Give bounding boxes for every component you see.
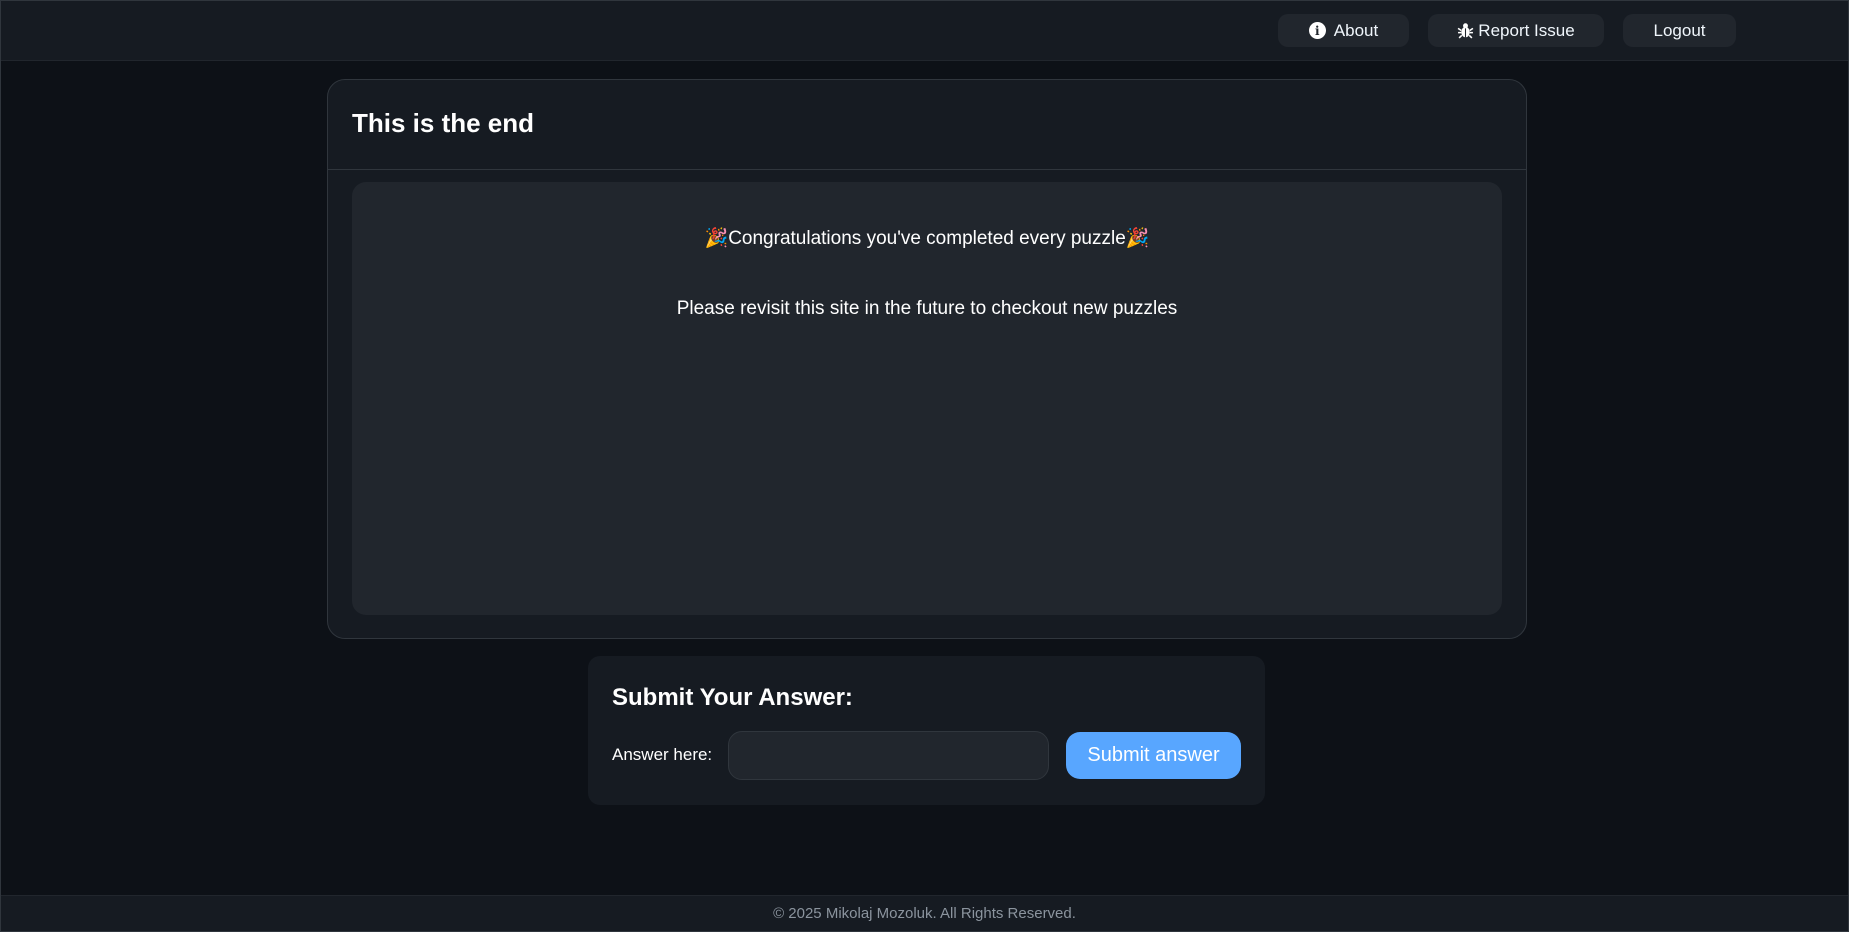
answer-input[interactable] (728, 731, 1049, 780)
top-nav: i About Report Issue Logout (1, 1, 1848, 61)
report-issue-button[interactable]: Report Issue (1428, 14, 1604, 47)
report-issue-label: Report Issue (1478, 20, 1575, 40)
answer-form: Submit Your Answer: Answer here: Submit … (588, 656, 1265, 805)
puzzle-card: This is the end 🎉Congratulations you've … (327, 79, 1527, 639)
answer-label: Answer here: (612, 745, 713, 764)
logout-label: Logout (1653, 20, 1706, 40)
logout-button[interactable]: Logout (1623, 14, 1736, 47)
about-button[interactable]: i About (1278, 14, 1409, 47)
footer: © 2025 Mikolaj Mozoluk. All Rights Reser… (1, 895, 1848, 931)
puzzle-title: This is the end (352, 108, 535, 138)
congratulations-message: 🎉Congratulations you've completed every … (704, 228, 1150, 249)
submit-answer-button[interactable]: Submit answer (1066, 732, 1241, 779)
revisit-message: Please revisit this site in the future t… (676, 298, 1178, 319)
copyright-text: © 2025 Mikolaj Mozoluk. All Rights Reser… (773, 905, 1076, 922)
divider (328, 169, 1526, 170)
about-label: About (1333, 20, 1379, 40)
info-circle-icon: i (1308, 22, 1326, 39)
answer-heading: Submit Your Answer: (612, 684, 853, 711)
bug-icon (1457, 22, 1474, 39)
puzzle-content: 🎉Congratulations you've completed every … (352, 182, 1502, 615)
